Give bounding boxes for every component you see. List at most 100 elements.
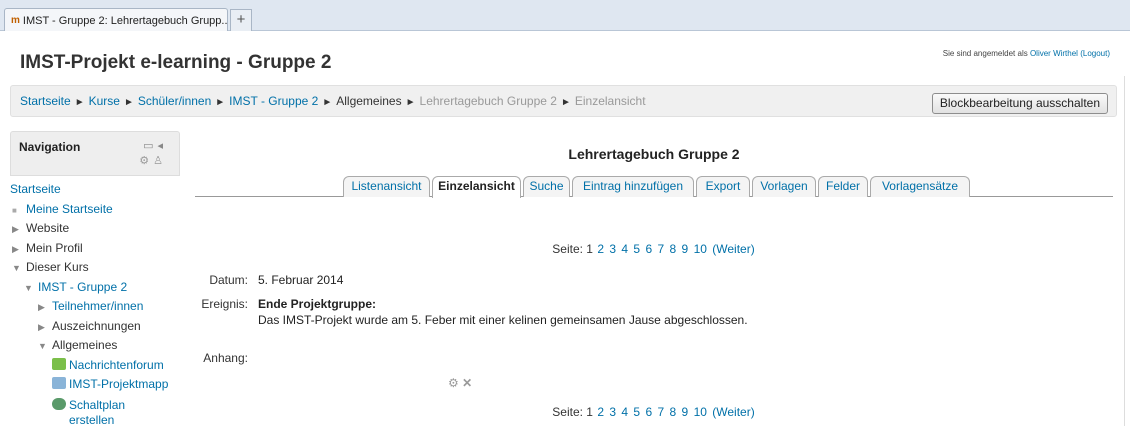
expand-arrow-icon[interactable]: ▶ bbox=[12, 240, 26, 259]
nav-item[interactable]: ▶ Auszeichnungen bbox=[10, 317, 180, 337]
moodle-favicon-icon: m bbox=[11, 15, 20, 26]
tab-export[interactable]: Export bbox=[696, 176, 750, 197]
scrollbar[interactable] bbox=[1124, 76, 1130, 426]
page-link[interactable]: 4 bbox=[621, 405, 628, 419]
breadcrumb-current: Einzelansicht bbox=[574, 94, 646, 108]
nav-course[interactable]: IMST - Gruppe 2 bbox=[38, 280, 127, 294]
browser-tab-bar: m IMST - Gruppe 2: Lehrertagebuch Grupp.… bbox=[0, 0, 1130, 32]
forum-icon bbox=[52, 357, 66, 370]
collapse-arrow-icon[interactable]: ▼ bbox=[38, 337, 52, 356]
expand-arrow-icon[interactable]: ▶ bbox=[38, 318, 52, 337]
expand-arrow-icon[interactable]: ▶ bbox=[38, 298, 52, 317]
next-page-link[interactable]: (Weiter) bbox=[712, 242, 754, 256]
breadcrumb-schueler[interactable]: Schüler/innen bbox=[138, 94, 211, 108]
page-link[interactable]: 8 bbox=[670, 405, 677, 419]
page-link[interactable]: 10 bbox=[694, 405, 707, 419]
page-link[interactable]: 9 bbox=[682, 405, 689, 419]
tab-einzelansicht[interactable]: Einzelansicht bbox=[432, 176, 521, 198]
page-link[interactable]: 6 bbox=[645, 242, 652, 256]
nav-mein-profil[interactable]: Mein Profil bbox=[26, 241, 83, 255]
entry-actions: ⚙ ✕ bbox=[448, 376, 472, 390]
gear-icon[interactable]: ⚙ bbox=[139, 155, 153, 167]
breadcrumb-separator: ► bbox=[405, 97, 416, 108]
nav-item[interactable]: ▼ IMST - Gruppe 2 bbox=[10, 278, 180, 298]
nav-item: Schaltplan bbox=[10, 397, 180, 413]
browser-tab[interactable]: m IMST - Gruppe 2: Lehrertagebuch Grupp.… bbox=[4, 8, 228, 32]
nav-startseite[interactable]: Startseite bbox=[10, 182, 61, 196]
page-link[interactable]: 7 bbox=[657, 405, 664, 419]
expand-arrow-icon[interactable]: ▶ bbox=[12, 220, 26, 239]
breadcrumb-startseite[interactable]: Startseite bbox=[20, 94, 71, 108]
tab-label[interactable]: Export bbox=[706, 179, 741, 193]
navbar: Startseite ► Kurse ► Schüler/innen ► IMST - Gr… bbox=[10, 85, 1117, 117]
collapse-arrow-icon[interactable]: ▼ bbox=[12, 259, 26, 278]
tab-label[interactable]: Listenansicht bbox=[351, 179, 421, 193]
breadcrumb-separator: ► bbox=[215, 97, 226, 108]
tab-label[interactable]: Eintrag hinzufügen bbox=[583, 179, 683, 193]
event-title: Ende Projektgruppe: bbox=[258, 297, 377, 311]
breadcrumb: Startseite ► Kurse ► Schüler/innen ► IMST - Gr… bbox=[20, 94, 646, 108]
page-link[interactable]: 7 bbox=[657, 242, 664, 256]
tab-label[interactable]: Felder bbox=[826, 179, 860, 193]
breadcrumb-database[interactable]: Lehrertagebuch Gruppe 2 bbox=[420, 94, 557, 108]
collapse-arrow-icon[interactable]: ▼ bbox=[24, 279, 38, 298]
edit-blocks-button[interactable]: Blockbearbeitung ausschalten bbox=[931, 93, 1108, 114]
page-link[interactable]: 9 bbox=[682, 242, 689, 256]
logout-link[interactable]: (Logout) bbox=[1080, 49, 1110, 58]
nav-meine-startseite[interactable]: Meine Startseite bbox=[26, 202, 113, 216]
assign-role-icon[interactable]: ♙ bbox=[153, 155, 167, 167]
tab-felder[interactable]: Felder bbox=[818, 176, 868, 197]
page-link[interactable]: 3 bbox=[609, 405, 616, 419]
collapse-icon[interactable]: ▭ bbox=[143, 140, 157, 152]
tab-eintrag-hinzufuegen[interactable]: Eintrag hinzufügen bbox=[572, 176, 694, 197]
nav-item[interactable]: ▼ Allgemeines bbox=[10, 336, 180, 356]
new-tab-button[interactable]: + bbox=[230, 9, 252, 31]
page-title: IMST-Projekt e-learning - Gruppe 2 bbox=[20, 52, 332, 73]
page-link[interactable]: 10 bbox=[694, 242, 707, 256]
next-page-link[interactable]: (Weiter) bbox=[712, 405, 754, 419]
page-link[interactable]: 3 bbox=[609, 242, 616, 256]
page-link[interactable]: 6 bbox=[645, 405, 652, 419]
tab-vorlagensaetze[interactable]: Vorlagensätze bbox=[870, 176, 970, 197]
page-current: 1 bbox=[586, 405, 593, 419]
page-link[interactable]: 2 bbox=[597, 405, 604, 419]
nav-schaltplan-cont[interactable]: erstellen bbox=[69, 413, 114, 427]
login-prefix: Sie sind angemeldet als bbox=[942, 49, 1030, 58]
page-link[interactable]: 2 bbox=[597, 242, 604, 256]
dock-icon[interactable]: ◂ bbox=[157, 140, 167, 152]
nav-item[interactable]: ▶ Website bbox=[10, 219, 180, 239]
user-link[interactable]: Oliver Wirthel bbox=[1030, 49, 1078, 58]
nav-website[interactable]: Website bbox=[26, 221, 69, 235]
nav-schaltplan[interactable]: Schaltplan bbox=[69, 398, 125, 412]
nav-item[interactable]: ▶ Teilnehmer/innen bbox=[10, 297, 180, 317]
nav-auszeichnungen[interactable]: Auszeichnungen bbox=[52, 319, 141, 333]
page-link[interactable]: 5 bbox=[633, 242, 640, 256]
database-title: Lehrertagebuch Gruppe 2 bbox=[568, 146, 740, 162]
pager-label: Seite: bbox=[552, 242, 583, 256]
nav-item: Startseite bbox=[10, 180, 180, 200]
breadcrumb-separator: ► bbox=[74, 97, 85, 108]
tab-vorlagen[interactable]: Vorlagen bbox=[752, 176, 816, 197]
nav-item[interactable]: ▶ Mein Profil bbox=[10, 239, 180, 259]
tab-label[interactable]: Vorlagensätze bbox=[882, 179, 958, 193]
nav-item[interactable]: ▼ Dieser Kurs bbox=[10, 258, 180, 278]
tab-listenansicht[interactable]: Listenansicht bbox=[343, 176, 430, 197]
breadcrumb-separator: ► bbox=[322, 97, 333, 108]
nav-allgemeines[interactable]: Allgemeines bbox=[52, 338, 117, 352]
pager-label: Seite: bbox=[552, 405, 583, 419]
attachment-label: Anhang: bbox=[203, 351, 248, 365]
nav-projektmappe[interactable]: IMST-Projektmapp bbox=[69, 377, 168, 391]
tab-label[interactable]: Vorlagen bbox=[760, 179, 807, 193]
gear-icon[interactable]: ⚙ bbox=[448, 376, 459, 390]
nav-teilnehmer[interactable]: Teilnehmer/innen bbox=[52, 299, 143, 313]
nav-nachrichtenforum[interactable]: Nachrichtenforum bbox=[69, 358, 164, 372]
delete-icon[interactable]: ✕ bbox=[462, 376, 472, 390]
breadcrumb-kurse[interactable]: Kurse bbox=[89, 94, 120, 108]
tab-suche[interactable]: Suche bbox=[523, 176, 570, 197]
breadcrumb-course[interactable]: IMST - Gruppe 2 bbox=[229, 94, 318, 108]
page-link[interactable]: 4 bbox=[621, 242, 628, 256]
page-link[interactable]: 8 bbox=[670, 242, 677, 256]
tab-label[interactable]: Suche bbox=[529, 179, 563, 193]
nav-dieser-kurs[interactable]: Dieser Kurs bbox=[26, 260, 89, 274]
page-link[interactable]: 5 bbox=[633, 405, 640, 419]
